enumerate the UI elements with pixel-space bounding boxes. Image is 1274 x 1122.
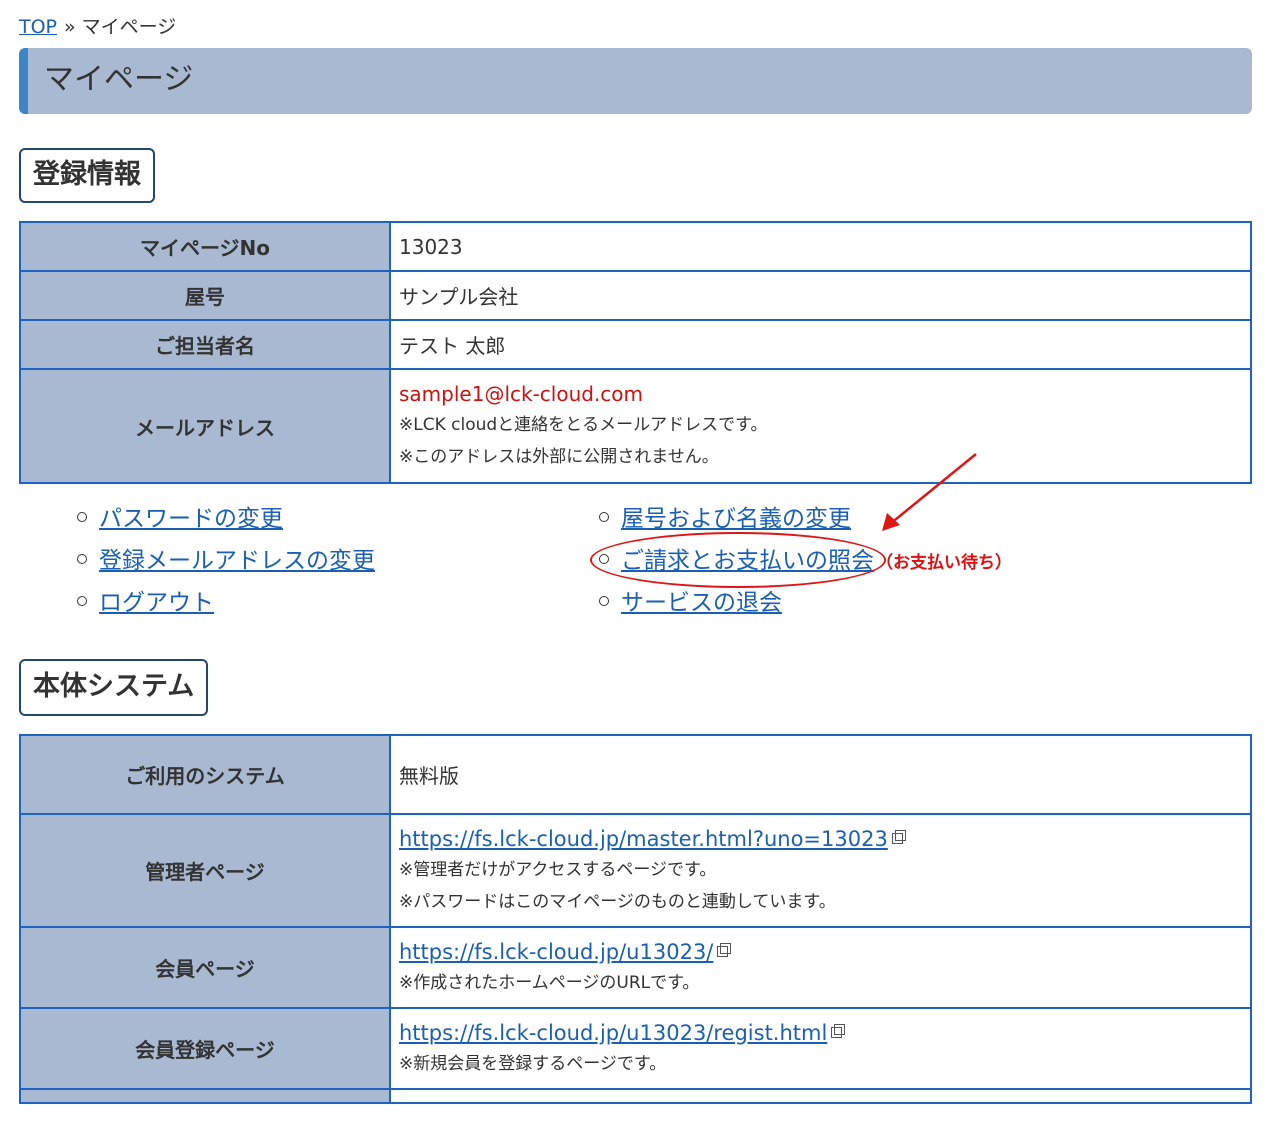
table-row: メールアドレス sample1@lck-cloud.com ※LCK cloud… (19, 368, 1252, 484)
bullet-icon (599, 512, 609, 522)
external-link-icon (831, 1023, 846, 1038)
registration-table: マイページNo 13023 屋号 サンプル会社 ご担当者名 テスト 太郎 メール… (19, 221, 1252, 484)
logout-link[interactable]: ログアウト (99, 590, 214, 616)
email-note-2: ※このアドレスは外部に公開されません。 (399, 447, 719, 467)
awaiting-payment-badge: （お支払い待ち） (876, 553, 1012, 573)
bullet-icon (77, 512, 87, 522)
breadcrumb-separator: » (64, 16, 76, 38)
list-item: サービスの退会 (599, 582, 1012, 624)
member-note-1: ※作成されたホームページのURLです。 (399, 972, 700, 993)
breadcrumb: TOP » マイページ (19, 14, 176, 40)
row-label-business-name: 屋号 (19, 270, 391, 321)
row-value-register-page: https://fs.lck-cloud.jp/u13023/regist.ht… (389, 1007, 1252, 1090)
list-item: ログアウト (77, 582, 375, 624)
table-row: 会員登録ページ https://fs.lck-cloud.jp/u13023/r… (19, 1007, 1252, 1090)
section-heading-system: 本体システム (19, 659, 209, 716)
list-item: パスワードの変更 (77, 498, 375, 540)
annotation-arrow-icon (882, 453, 977, 531)
email-address: sample1@lck-cloud.com (399, 382, 644, 406)
admin-note-2: ※パスワードはこのマイページのものと連動しています。 (399, 891, 836, 912)
cancel-service-link[interactable]: サービスの退会 (621, 590, 782, 616)
table-row: ご担当者名 テスト 太郎 (19, 319, 1252, 370)
row-label-contact-name: ご担当者名 (19, 319, 391, 370)
row-label-register-page: 会員登録ページ (19, 1007, 391, 1090)
change-password-link[interactable]: パスワードの変更 (99, 506, 283, 532)
row-label-cutoff (19, 1088, 391, 1104)
row-value-business-name: サンプル会社 (389, 270, 1252, 321)
row-value-admin-page: https://fs.lck-cloud.jp/master.html?uno=… (389, 813, 1252, 928)
admin-note-1: ※管理者だけがアクセスするページです。 (399, 859, 717, 880)
breadcrumb-top-link[interactable]: TOP (19, 16, 57, 38)
row-value-plan: 無料版 (389, 734, 1252, 815)
section-heading-registration: 登録情報 (19, 148, 155, 203)
row-value-member-page: https://fs.lck-cloud.jp/u13023/ ※作成されたホー… (389, 926, 1252, 1009)
row-label-member-page: 会員ページ (19, 926, 391, 1009)
table-row: 会員ページ https://fs.lck-cloud.jp/u13023/ ※作… (19, 926, 1252, 1009)
row-value-email: sample1@lck-cloud.com ※LCK cloudと連絡をとるメー… (389, 368, 1252, 484)
table-row: ご利用のシステム 無料版 (19, 734, 1252, 815)
member-page-link[interactable]: https://fs.lck-cloud.jp/u13023/ (399, 940, 713, 964)
row-value-mypage-no: 13023 (389, 221, 1252, 272)
row-label-plan: ご利用のシステム (19, 734, 391, 815)
table-row: マイページNo 13023 (19, 221, 1252, 272)
page-title-bar: マイページ (19, 48, 1252, 114)
list-item: 登録メールアドレスの変更 (77, 540, 375, 582)
table-row (19, 1088, 1252, 1104)
table-row: 管理者ページ https://fs.lck-cloud.jp/master.ht… (19, 813, 1252, 928)
row-label-admin-page: 管理者ページ (19, 813, 391, 928)
bullet-icon (77, 596, 87, 606)
account-links-left: パスワードの変更 登録メールアドレスの変更 ログアウト (77, 498, 375, 624)
row-value-cutoff (389, 1088, 1252, 1104)
mypage: TOP» マイページ マイページ 登録情報 マイページNo 13023 屋号 サン… (0, 0, 1274, 1122)
breadcrumb-current: マイページ (81, 16, 177, 38)
email-note-1: ※LCK cloudと連絡をとるメールアドレスです。 (399, 415, 768, 435)
bullet-icon (77, 554, 87, 564)
row-label-mypage-no: マイページNo (19, 221, 391, 272)
bullet-icon (599, 596, 609, 606)
register-note-1: ※新規会員を登録するページです。 (399, 1053, 667, 1074)
admin-page-link[interactable]: https://fs.lck-cloud.jp/master.html?uno=… (399, 827, 888, 851)
change-business-name-link[interactable]: 屋号および名義の変更 (621, 506, 851, 532)
external-link-icon (891, 829, 906, 844)
change-email-link[interactable]: 登録メールアドレスの変更 (99, 548, 375, 574)
system-table: ご利用のシステム 無料版 管理者ページ https://fs.lck-cloud… (19, 734, 1252, 1104)
external-link-icon (717, 942, 732, 957)
table-row: 屋号 サンプル会社 (19, 270, 1252, 321)
page-title: マイページ (44, 62, 194, 97)
row-value-contact-name: テスト 太郎 (389, 319, 1252, 370)
register-page-link[interactable]: https://fs.lck-cloud.jp/u13023/regist.ht… (399, 1021, 827, 1045)
row-label-email: メールアドレス (19, 368, 391, 484)
annotation-ellipse (590, 532, 886, 588)
